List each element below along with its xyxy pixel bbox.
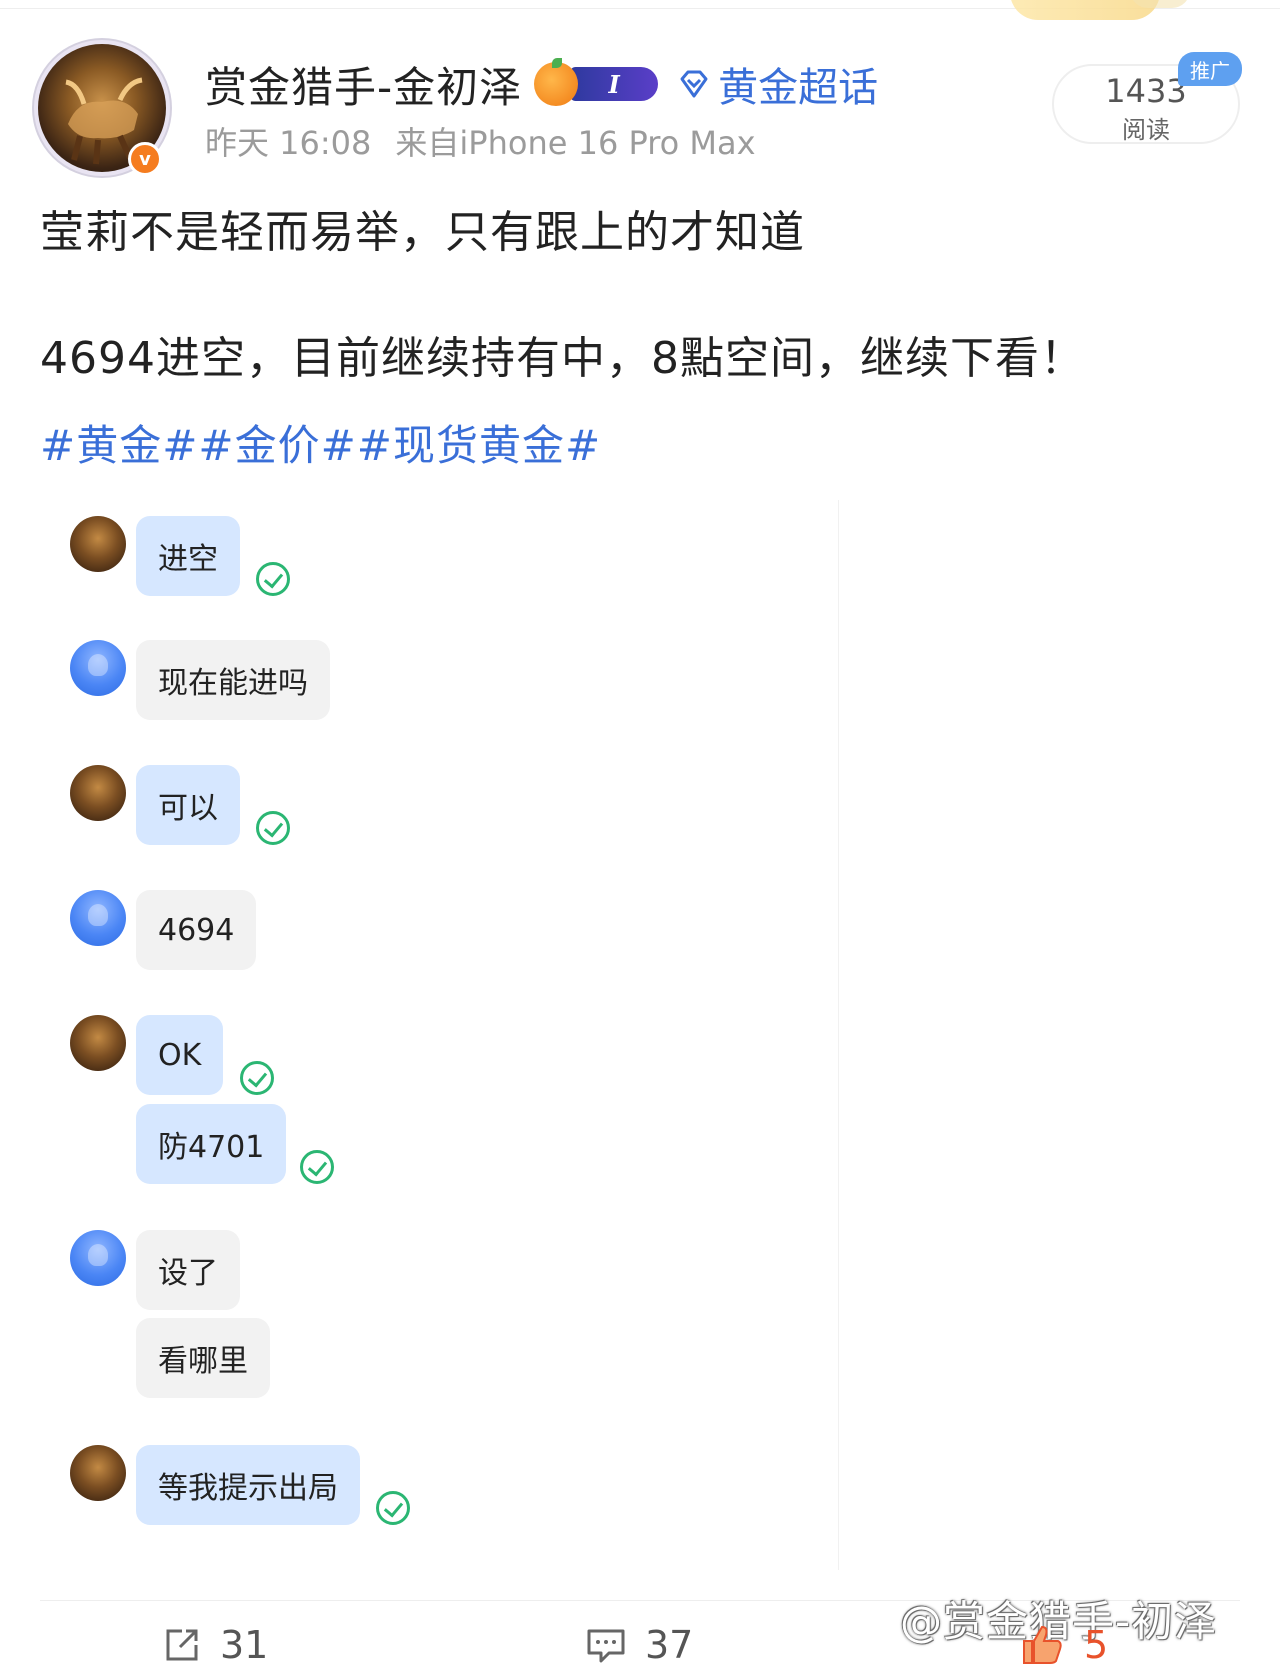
comment-icon — [587, 1629, 625, 1663]
promo-tag: 推广 — [1178, 52, 1242, 86]
chat-bubble: 可以 — [136, 765, 240, 845]
comment-button[interactable]: 37 — [585, 1620, 693, 1670]
chat-bubble: 4694 — [136, 890, 257, 970]
client-avatar — [70, 890, 126, 946]
chat-bubble: 等我提示出局 — [136, 1445, 360, 1525]
chat-bubble: 看哪里 — [136, 1318, 270, 1398]
supertopic-link[interactable]: 黄金超话 — [676, 55, 878, 113]
read-label: 阅读 — [1122, 116, 1170, 144]
like-button[interactable]: 5 — [1020, 1620, 1108, 1670]
verified-v-icon: v — [128, 142, 162, 176]
share-button[interactable]: 31 — [162, 1620, 268, 1670]
like-count: 5 — [1084, 1623, 1109, 1667]
post-meta: 昨天 16:08 来自iPhone 16 Pro Max — [205, 118, 756, 164]
client-avatar — [70, 640, 126, 696]
share-count: 31 — [220, 1623, 269, 1667]
post-text-line-2: 4694进空，目前继续持有中，8點空间，继续下看！ — [40, 333, 1085, 384]
author-name[interactable]: 赏金猎手-金初泽 — [205, 54, 522, 115]
check-circle-icon — [256, 811, 290, 845]
chat-divider — [838, 500, 839, 1570]
supertopic-label: 黄金超话 — [718, 65, 879, 111]
hashtag-links[interactable]: #黄金##金价##现货黄金# — [40, 412, 601, 473]
client-avatar — [70, 1230, 126, 1286]
chat-bubble: 进空 — [136, 516, 240, 596]
check-circle-icon — [376, 1491, 410, 1525]
author-row: 赏金猎手-金初泽 I 黄金超话 — [205, 56, 878, 112]
thumbs-up-icon — [1023, 1625, 1062, 1664]
share-icon — [166, 1629, 198, 1661]
chat-bubble: 现在能进吗 — [136, 640, 330, 720]
comment-count: 37 — [645, 1623, 694, 1667]
chat-bubble: 防4701 — [136, 1104, 287, 1184]
sender-avatar — [70, 1015, 126, 1071]
level-badge: I — [570, 67, 659, 101]
sender-avatar — [70, 765, 126, 821]
check-circle-icon — [300, 1150, 334, 1184]
orange-fan-icon — [534, 58, 579, 106]
sender-avatar — [70, 516, 126, 572]
post-source: 来自iPhone 16 Pro Max — [395, 124, 756, 162]
post-text-line-1: 莹莉不是轻而易举，只有跟上的才知道 — [40, 207, 805, 258]
chat-bubble: 设了 — [136, 1230, 240, 1310]
diamond-icon — [680, 70, 708, 98]
check-circle-icon — [240, 1061, 274, 1095]
check-circle-icon — [256, 562, 290, 596]
sender-avatar — [70, 1445, 126, 1501]
chat-bubble: OK — [136, 1015, 224, 1095]
post-time: 昨天 16:08 — [205, 124, 372, 162]
